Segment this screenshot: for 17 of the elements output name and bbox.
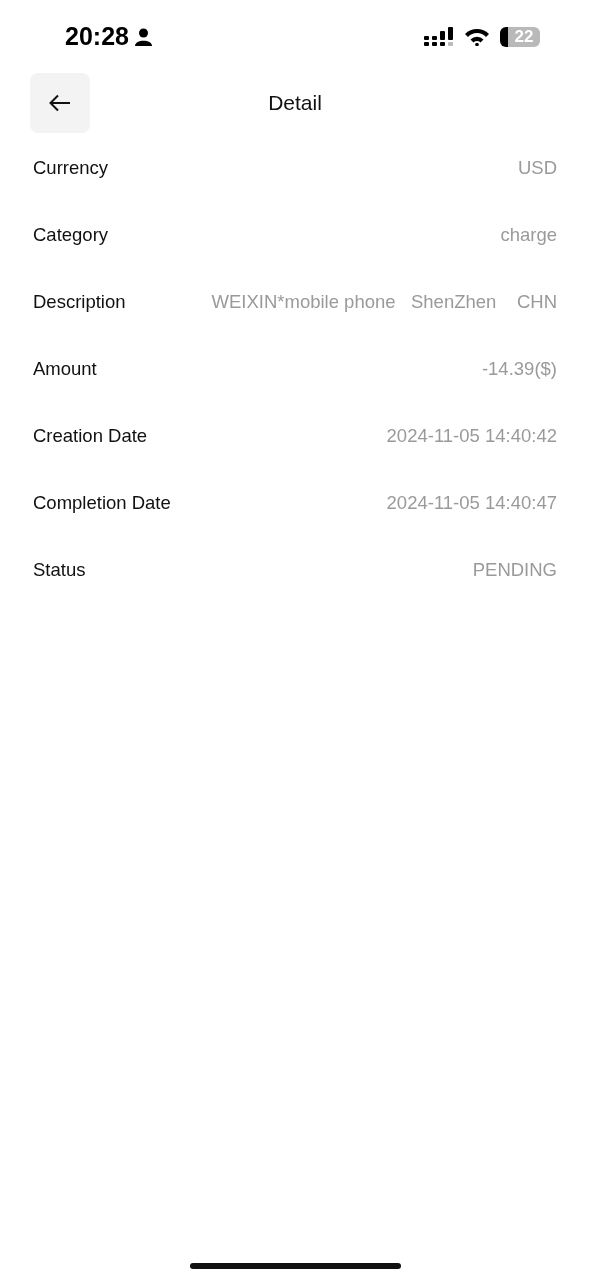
status-time: 20:28 (65, 22, 129, 51)
battery-icon: 22 (500, 26, 540, 47)
field-label: Currency (33, 156, 109, 179)
field-label: Creation Date (33, 424, 148, 447)
field-value: WEIXIN*mobile phone ShenZhen CHN (211, 290, 557, 313)
field-value: 2024-11-05 14:40:42 (386, 424, 557, 447)
field-label: Category (33, 223, 109, 246)
field-label: Amount (33, 357, 97, 380)
field-label: Status (33, 558, 86, 581)
field-value: 2024-11-05 14:40:47 (386, 491, 557, 514)
field-label: Description (33, 290, 126, 313)
field-value: USD (517, 156, 557, 179)
field-value: -14.39($) (481, 357, 557, 380)
page-title: Detail (268, 91, 322, 115)
field-label: Completion Date (33, 491, 171, 514)
field-value: PENDING (472, 558, 557, 581)
field-value: charge (500, 223, 557, 246)
